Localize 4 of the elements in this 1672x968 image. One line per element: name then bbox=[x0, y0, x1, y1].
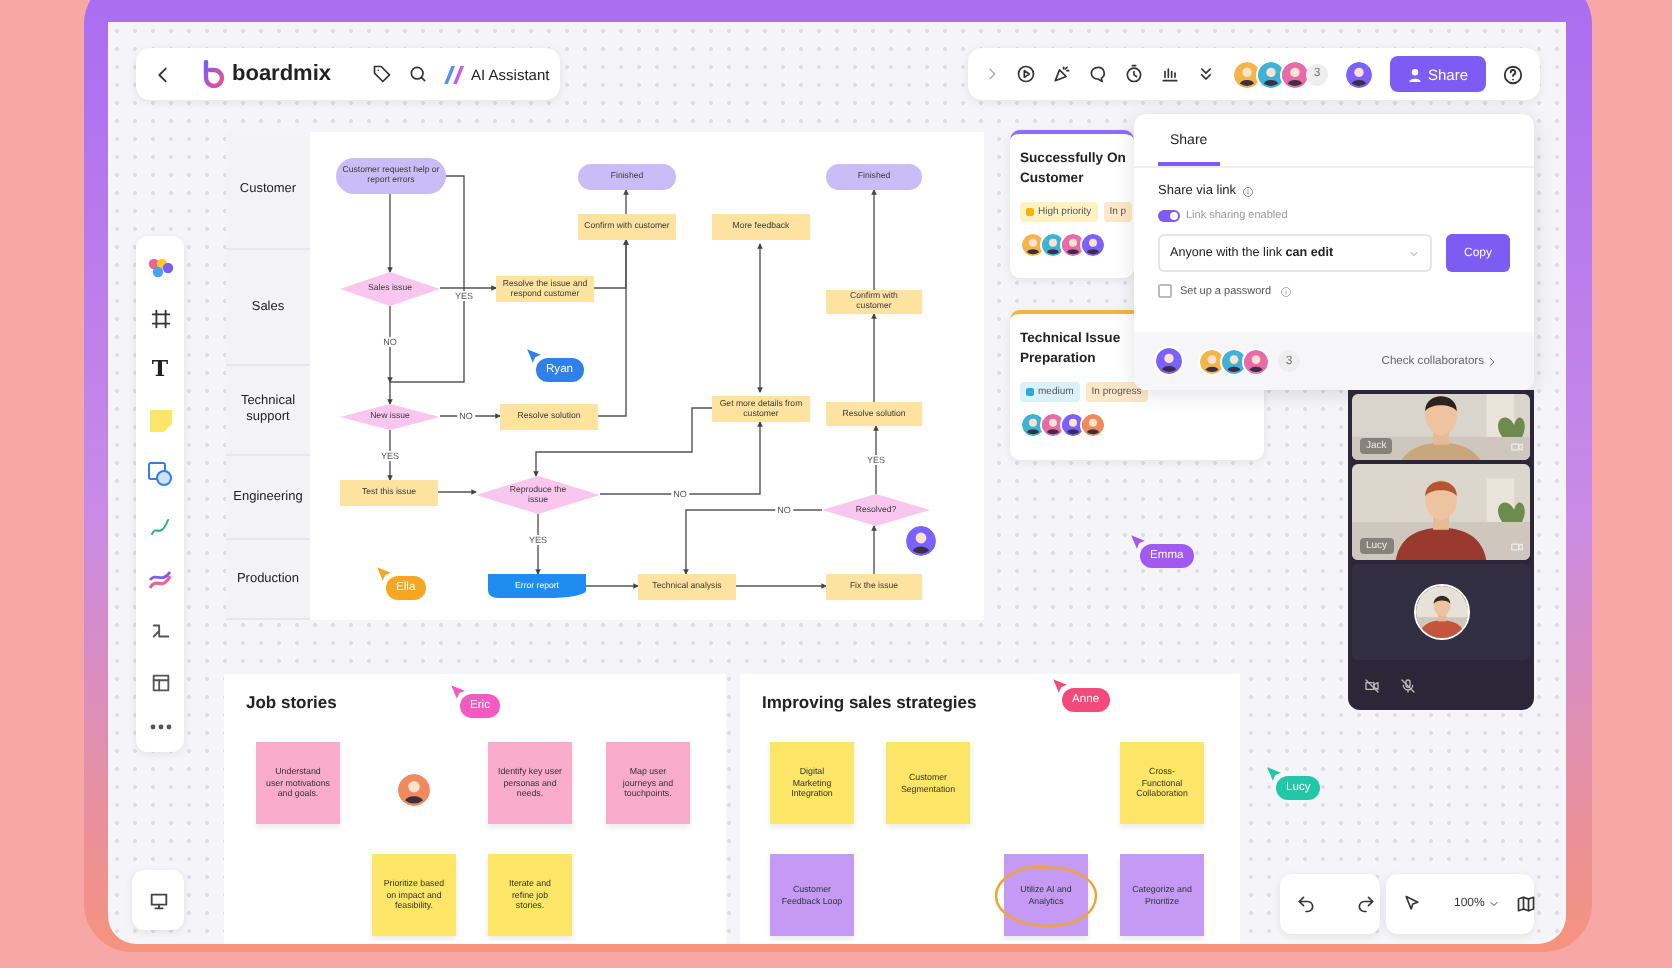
text-tool[interactable]: T bbox=[151, 358, 169, 381]
board-title: Job stories bbox=[246, 692, 337, 712]
app-name: boardmix bbox=[232, 62, 332, 86]
board-title: Improving sales strategies bbox=[762, 692, 977, 712]
